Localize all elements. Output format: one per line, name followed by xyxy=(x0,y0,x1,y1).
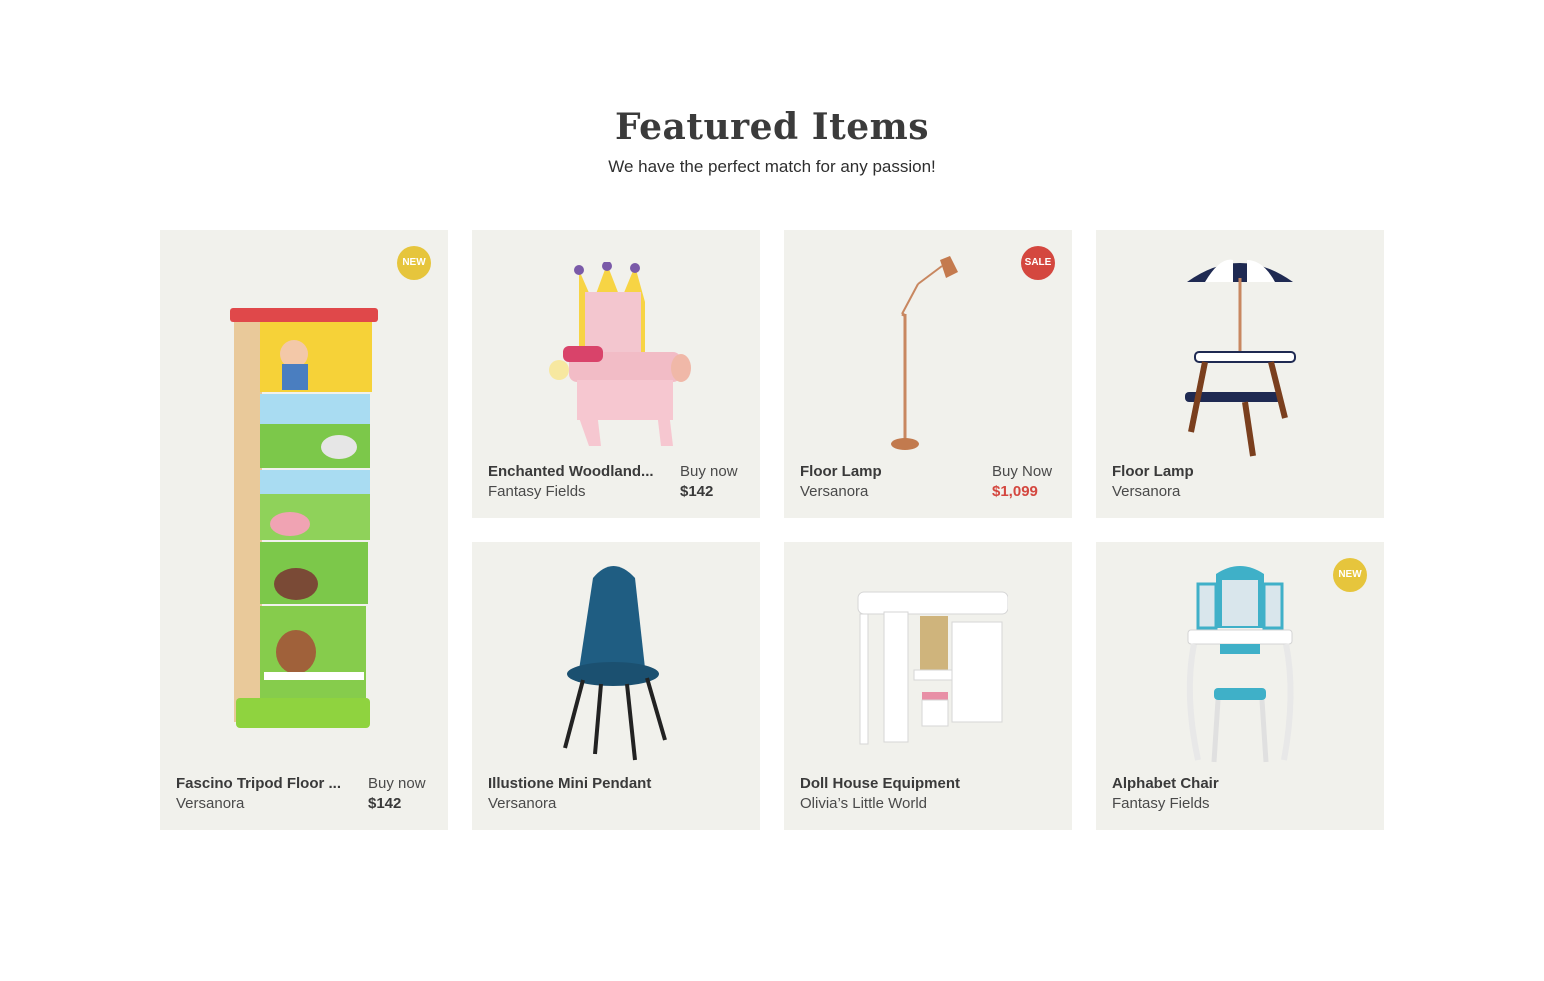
new-badge: NEW xyxy=(397,246,431,280)
product-image[interactable] xyxy=(160,302,448,734)
page-title: Featured Items xyxy=(615,106,929,148)
product-name[interactable]: Fascino Tripod Floor ... xyxy=(176,775,356,792)
buy-now-link[interactable]: Buy Now xyxy=(992,463,1052,480)
princess-throne-chair-icon xyxy=(549,262,691,446)
product-card[interactable]: NEW Fascino Tripod Floor ... Versanora B… xyxy=(160,230,448,830)
kids-tall-dresser-icon xyxy=(230,308,378,728)
product-card[interactable]: NEW Alphabet Chair Fantasy Fields xyxy=(1096,542,1384,830)
product-brand: Olivia’s Little World xyxy=(800,795,927,812)
product-name[interactable]: Floor Lamp xyxy=(1112,463,1282,480)
product-price: $142 xyxy=(680,483,714,500)
picnic-table-umbrella-icon xyxy=(1185,259,1296,457)
copper-floor-lamp-icon xyxy=(891,256,958,450)
blue-chair-icon xyxy=(563,566,667,761)
product-image[interactable] xyxy=(1096,252,1384,458)
product-name[interactable]: Enchanted Woodland... xyxy=(488,463,658,480)
product-image[interactable] xyxy=(472,558,760,764)
page-subtitle: We have the perfect match for any passio… xyxy=(608,157,936,176)
product-card[interactable]: Illustione Mini Pendant Versanora xyxy=(472,542,760,830)
product-brand: Versanora xyxy=(1112,483,1181,500)
product-brand: Versanora xyxy=(176,795,245,812)
buy-now-link[interactable]: Buy now xyxy=(368,775,426,792)
product-image[interactable] xyxy=(1096,564,1384,766)
product-name[interactable]: Illustione Mini Pendant xyxy=(488,775,738,792)
vanity-table-stool-icon xyxy=(1186,566,1294,763)
doll-loft-bed-desk-icon xyxy=(857,591,1008,745)
product-price: $142 xyxy=(368,795,402,812)
product-card[interactable]: SALE Floor Lamp Versanora Buy Now $1,099 xyxy=(784,230,1072,518)
product-card[interactable]: Enchanted Woodland... Fantasy Fields Buy… xyxy=(472,230,760,518)
product-brand: Versanora xyxy=(800,483,869,500)
buy-now-link[interactable]: Buy now xyxy=(680,463,738,480)
product-brand: Fantasy Fields xyxy=(1112,795,1210,812)
product-image[interactable] xyxy=(784,582,1072,752)
product-card[interactable]: Floor Lamp Versanora xyxy=(1096,230,1384,518)
product-name[interactable]: Alphabet Chair xyxy=(1112,775,1362,792)
product-price: $1,099 xyxy=(992,483,1038,500)
product-card[interactable]: Doll House Equipment Olivia’s Little Wor… xyxy=(784,542,1072,830)
product-name[interactable]: Doll House Equipment xyxy=(800,775,1050,792)
product-brand: Versanora xyxy=(488,795,557,812)
product-image[interactable] xyxy=(784,248,1072,454)
product-name[interactable]: Floor Lamp xyxy=(800,463,970,480)
product-image[interactable] xyxy=(472,262,760,446)
product-brand: Fantasy Fields xyxy=(488,483,586,500)
